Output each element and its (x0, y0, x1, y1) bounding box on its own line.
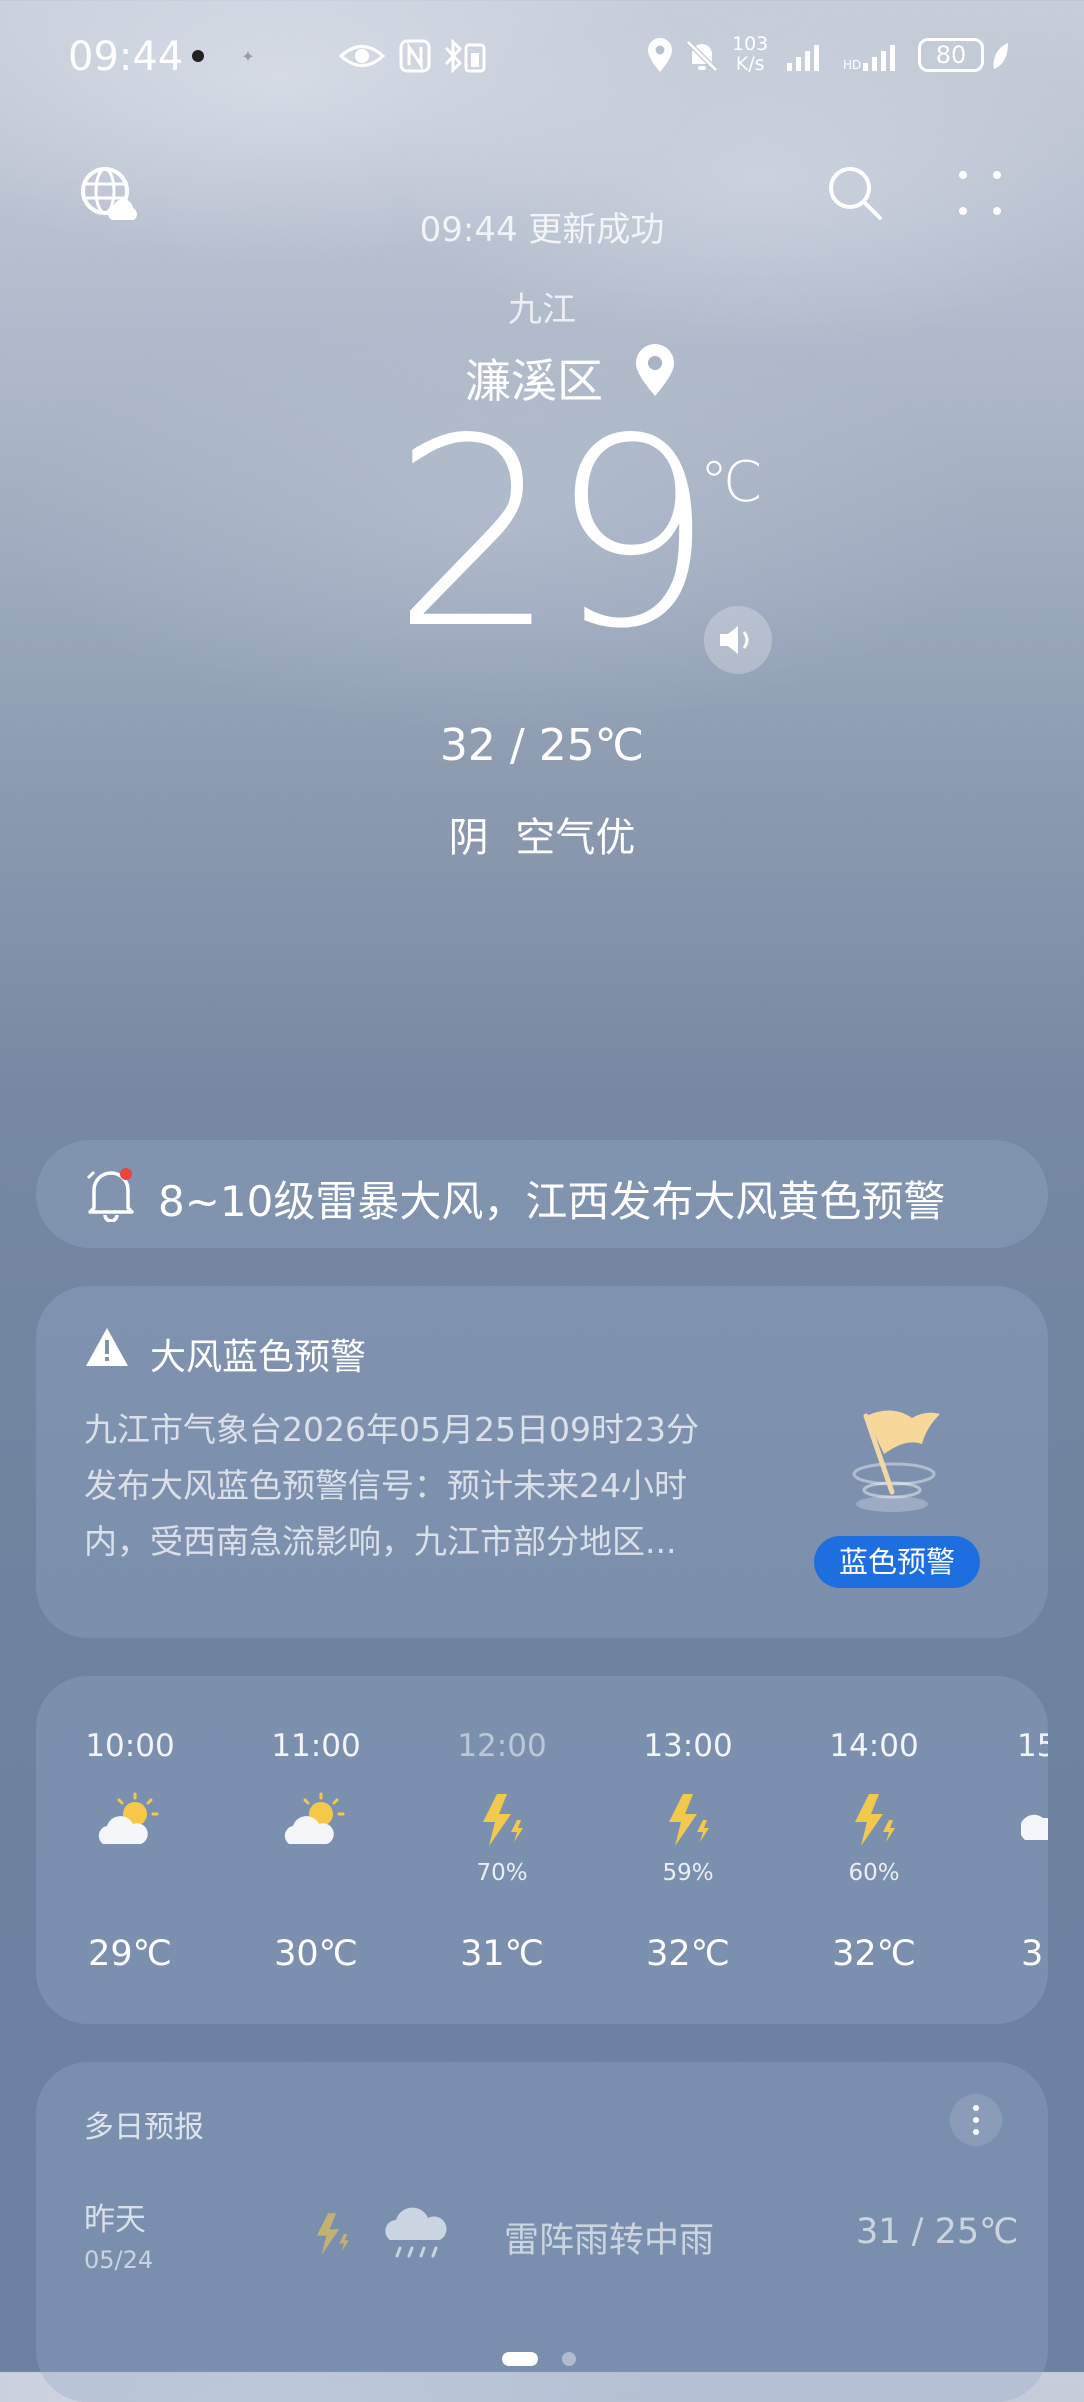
network-speed-unit: K/s (735, 53, 765, 75)
svg-text:HD: HD (843, 58, 861, 71)
nfc-icon (398, 36, 432, 76)
notification-dot-icon (192, 50, 204, 62)
daily-description: 雷阵雨转中雨 (504, 2221, 715, 2261)
partly-cloudy-icon (95, 1790, 165, 1850)
partly-cloudy-icon (281, 1790, 351, 1850)
hour-time: 11:00 (271, 1728, 361, 1764)
hour-temp: 32℃ (832, 1934, 916, 1974)
hour-precip: 59% (662, 1860, 714, 1886)
network-speed: 103 K/s (732, 34, 768, 74)
multi-day-title: 多日预报 (84, 2110, 204, 2145)
page-indicator-inactive[interactable] (562, 2352, 576, 2366)
warning-badge[interactable]: 蓝色预警 (814, 1536, 980, 1588)
signal-2-icon: HD (842, 36, 902, 76)
update-status: 09:44 更新成功 (419, 210, 665, 250)
location-status-icon (640, 36, 680, 76)
hour-precip: 70% (476, 1860, 528, 1886)
rain-cloud-icon (382, 2204, 448, 2268)
network-speed-value: 103 (732, 33, 769, 55)
hour-temp: 30℃ (274, 1934, 358, 1974)
warning-body-line: 内，受西南急流影响，九江市部分地区... (84, 1522, 677, 1561)
daily-date: 05/24 (84, 2246, 154, 2274)
thunder-icon (467, 1790, 537, 1850)
daily-range: 31 / 25℃ (856, 2212, 1019, 2252)
hour-temp: 3 (1021, 1934, 1044, 1974)
hour-time: 13:00 (643, 1728, 733, 1764)
alarm-bell-icon (84, 1166, 138, 1226)
daily-day: 昨天 (84, 2202, 146, 2238)
dot (973, 2117, 979, 2123)
voice-broadcast-button[interactable] (704, 606, 772, 674)
warning-title: 大风蓝色预警 (150, 1337, 367, 1378)
temperature-range: 32 / 25℃ (439, 720, 645, 771)
bluetooth-icon (440, 36, 488, 76)
warning-body-line: 发布大风蓝色预警信号：预计未来24小时 (84, 1466, 687, 1505)
dot (973, 2129, 979, 2135)
alert-banner-text: 8~10级雷暴大风，江西发布大风黄色预警 (158, 1177, 946, 1226)
weather-condition: 阴 空气优 (448, 815, 636, 861)
warning-triangle-icon (84, 1326, 130, 1372)
multi-day-more-button[interactable] (950, 2094, 1002, 2146)
battery-indicator: 80 (918, 38, 984, 72)
hour-time: 10:00 (85, 1728, 175, 1764)
speaker-icon (720, 626, 749, 654)
eye-icon (338, 36, 386, 76)
warning-card[interactable]: 大风蓝色预警 九江市气象台2026年05月25日09时23分 发布大风蓝色预警信… (36, 1286, 1048, 1638)
status-time: 09:44 (68, 34, 184, 80)
alert-banner[interactable]: 8~10级雷暴大风，江西发布大风黄色预警 (36, 1140, 1048, 1248)
hour-temp: 32℃ (646, 1934, 730, 1974)
hourly-forecast[interactable]: 10:00 29℃ 11:00 30℃ 12:00 70% 31℃ 13:00 … (36, 1676, 1048, 2024)
city-name: 九江 (508, 290, 576, 330)
thunder-icon (653, 1790, 723, 1850)
hour-time: 12:00 (457, 1728, 547, 1764)
hour-precip: 60% (848, 1860, 900, 1886)
temperature-unit: ℃ (700, 450, 763, 515)
wind-flag-icon (822, 1394, 962, 1528)
thunder-icon (839, 1790, 909, 1850)
multi-day-forecast: 多日预报 昨天 05/24 雷阵雨转中雨 31 / 25℃ (36, 2062, 1048, 2402)
hour-time: 15 (1017, 1728, 1048, 1764)
hour-time: 14:00 (829, 1728, 919, 1764)
status-bar: 09:44 ✦ 103 K/s HD 80 (0, 0, 1084, 110)
partly-cloudy-icon (1019, 1790, 1048, 1850)
warning-body-line: 九江市气象台2026年05月25日09时23分 (84, 1410, 699, 1449)
current-temperature: 29 (392, 384, 715, 686)
hour-temp: 31℃ (460, 1934, 544, 1974)
thunder-icon (304, 2206, 360, 2266)
dot (973, 2105, 979, 2111)
leaf-charging-icon (988, 36, 1012, 76)
hour-temp: 29℃ (88, 1934, 172, 1974)
small-app-icon: ✦ (241, 46, 255, 66)
signal-1-icon (784, 36, 828, 76)
warning-body: 九江市气象台2026年05月25日09时23分 发布大风蓝色预警信号：预计未来2… (84, 1402, 744, 1570)
page-indicator-active (502, 2352, 538, 2366)
mute-bell-icon (682, 36, 722, 76)
